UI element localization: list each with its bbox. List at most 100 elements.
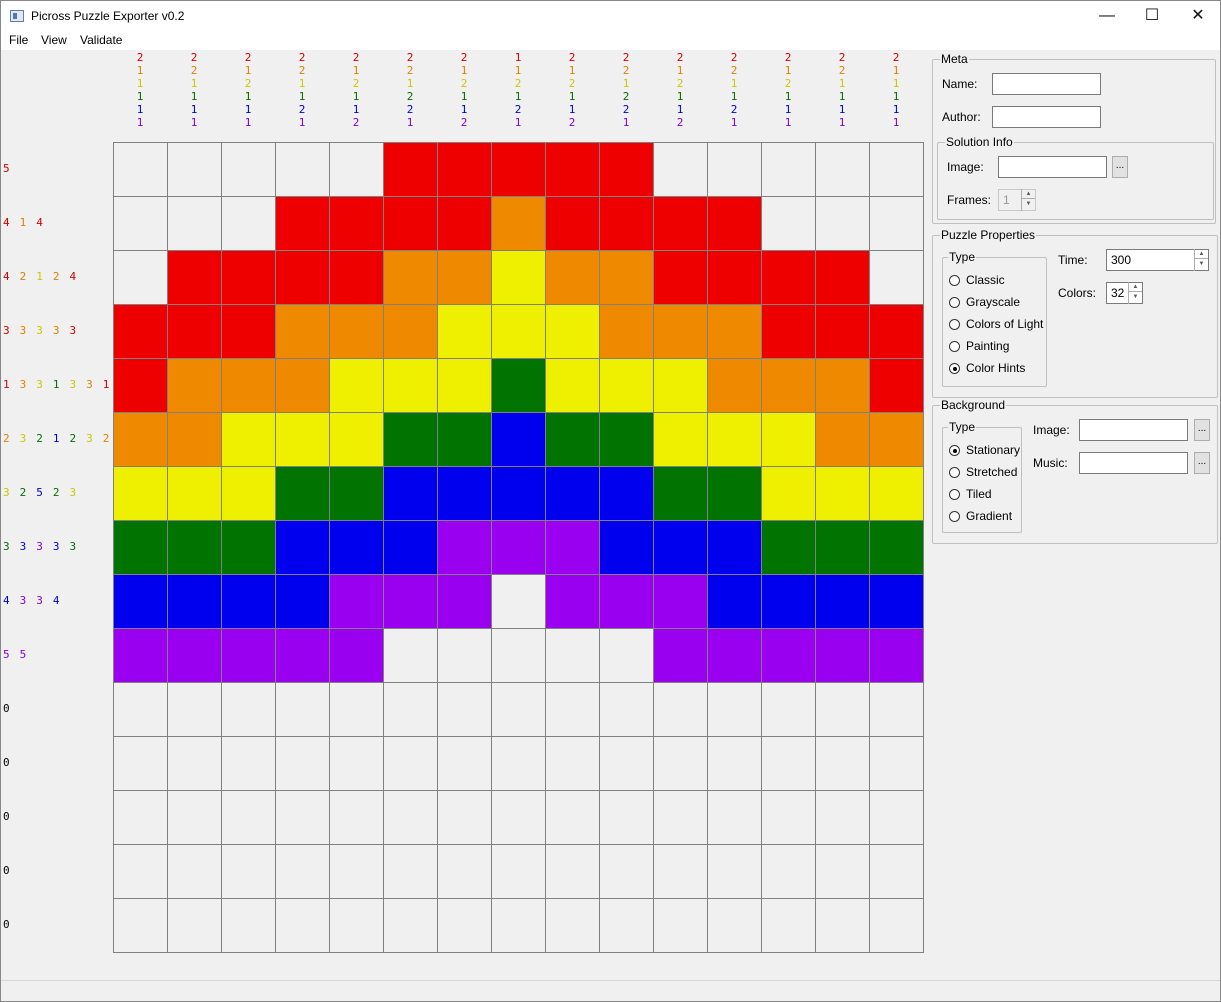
grid-cell[interactable] bbox=[654, 791, 708, 845]
grid-cell[interactable] bbox=[168, 413, 222, 467]
grid-cell[interactable] bbox=[330, 791, 384, 845]
colors-spinner[interactable]: ▲ ▼ bbox=[1128, 282, 1142, 304]
grid-cell[interactable] bbox=[870, 251, 924, 305]
grid-cell[interactable] bbox=[816, 791, 870, 845]
radio-button-icon[interactable] bbox=[949, 275, 960, 287]
grid-cell[interactable] bbox=[492, 575, 546, 629]
close-button[interactable]: ✕ bbox=[1175, 1, 1221, 31]
grid-cell[interactable] bbox=[654, 197, 708, 251]
music-input[interactable] bbox=[1079, 452, 1188, 474]
grid-cell[interactable] bbox=[762, 251, 816, 305]
grid-cell[interactable] bbox=[762, 467, 816, 521]
grid-cell[interactable] bbox=[222, 521, 276, 575]
grid-cell[interactable] bbox=[546, 197, 600, 251]
name-input[interactable] bbox=[992, 73, 1101, 95]
grid-cell[interactable] bbox=[114, 197, 168, 251]
grid-cell[interactable] bbox=[492, 521, 546, 575]
grid-cell[interactable] bbox=[816, 251, 870, 305]
grid-cell[interactable] bbox=[600, 305, 654, 359]
grid-cell[interactable] bbox=[276, 845, 330, 899]
colors-up-arrow-icon[interactable]: ▲ bbox=[1129, 282, 1142, 292]
grid-cell[interactable] bbox=[870, 467, 924, 521]
grid-cell[interactable] bbox=[762, 359, 816, 413]
grid-cell[interactable] bbox=[708, 251, 762, 305]
grid-cell[interactable] bbox=[222, 737, 276, 791]
grid-cell[interactable] bbox=[546, 683, 600, 737]
grid-cell[interactable] bbox=[870, 845, 924, 899]
music-browse-button[interactable]: ... bbox=[1194, 452, 1210, 474]
grid-cell[interactable] bbox=[600, 845, 654, 899]
grid-cell[interactable] bbox=[114, 629, 168, 683]
grid-cell[interactable] bbox=[276, 305, 330, 359]
grid-cell[interactable] bbox=[600, 143, 654, 197]
menu-validate[interactable]: Validate bbox=[80, 33, 122, 47]
grid-cell[interactable] bbox=[870, 791, 924, 845]
grid-cell[interactable] bbox=[384, 683, 438, 737]
grid-cell[interactable] bbox=[708, 197, 762, 251]
grid-cell[interactable] bbox=[600, 251, 654, 305]
grid-cell[interactable] bbox=[114, 467, 168, 521]
grid-cell[interactable] bbox=[870, 737, 924, 791]
grid-cell[interactable] bbox=[438, 305, 492, 359]
grid-cell[interactable] bbox=[600, 575, 654, 629]
radio-button-icon[interactable] bbox=[949, 341, 960, 353]
grid-cell[interactable] bbox=[276, 197, 330, 251]
grid-cell[interactable] bbox=[168, 575, 222, 629]
maximize-button[interactable]: ☐ bbox=[1129, 1, 1175, 31]
radio-button-icon[interactable] bbox=[949, 445, 960, 457]
grid-cell[interactable] bbox=[870, 629, 924, 683]
grid-cell[interactable] bbox=[114, 845, 168, 899]
grid-cell[interactable] bbox=[438, 413, 492, 467]
radio-button-icon[interactable] bbox=[949, 363, 960, 375]
grid-cell[interactable] bbox=[546, 575, 600, 629]
grid-cell[interactable] bbox=[114, 359, 168, 413]
grid-cell[interactable] bbox=[222, 845, 276, 899]
minimize-button[interactable]: — bbox=[1084, 1, 1130, 31]
grid-cell[interactable] bbox=[708, 359, 762, 413]
grid-cell[interactable] bbox=[654, 575, 708, 629]
grid-cell[interactable] bbox=[816, 683, 870, 737]
grid-cell[interactable] bbox=[330, 737, 384, 791]
grid-cell[interactable] bbox=[546, 737, 600, 791]
grid-cell[interactable] bbox=[600, 359, 654, 413]
grid-cell[interactable] bbox=[276, 629, 330, 683]
grid-cell[interactable] bbox=[384, 629, 438, 683]
grid-cell[interactable] bbox=[330, 467, 384, 521]
grid-cell[interactable] bbox=[708, 629, 762, 683]
grid-cell[interactable] bbox=[330, 251, 384, 305]
grid-cell[interactable] bbox=[492, 683, 546, 737]
colors-down-arrow-icon[interactable]: ▼ bbox=[1129, 292, 1142, 302]
solution-image-input[interactable] bbox=[998, 156, 1107, 178]
grid-cell[interactable] bbox=[600, 791, 654, 845]
grid-cell[interactable] bbox=[492, 251, 546, 305]
grid-cell[interactable] bbox=[276, 143, 330, 197]
grid-cell[interactable] bbox=[276, 791, 330, 845]
grid-cell[interactable] bbox=[276, 251, 330, 305]
grid-cell[interactable] bbox=[168, 845, 222, 899]
grid-cell[interactable] bbox=[816, 467, 870, 521]
grid-cell[interactable] bbox=[654, 359, 708, 413]
grid-cell[interactable] bbox=[438, 629, 492, 683]
grid-cell[interactable] bbox=[654, 683, 708, 737]
grid-cell[interactable] bbox=[546, 899, 600, 953]
grid-cell[interactable] bbox=[222, 197, 276, 251]
grid-cell[interactable] bbox=[438, 521, 492, 575]
grid-cell[interactable] bbox=[114, 575, 168, 629]
grid-cell[interactable] bbox=[222, 899, 276, 953]
grid-cell[interactable] bbox=[492, 791, 546, 845]
grid-cell[interactable] bbox=[654, 467, 708, 521]
grid-cell[interactable] bbox=[330, 143, 384, 197]
grid-cell[interactable] bbox=[168, 629, 222, 683]
grid-cell[interactable] bbox=[762, 143, 816, 197]
grid-cell[interactable] bbox=[708, 845, 762, 899]
grid-cell[interactable] bbox=[546, 251, 600, 305]
grid-cell[interactable] bbox=[222, 575, 276, 629]
grid-cell[interactable] bbox=[600, 197, 654, 251]
grid-cell[interactable] bbox=[168, 683, 222, 737]
grid-cell[interactable] bbox=[168, 467, 222, 521]
menu-file[interactable]: File bbox=[9, 33, 28, 47]
grid-cell[interactable] bbox=[276, 683, 330, 737]
grid-cell[interactable] bbox=[384, 737, 438, 791]
grid-cell[interactable] bbox=[276, 467, 330, 521]
grid-cell[interactable] bbox=[654, 629, 708, 683]
